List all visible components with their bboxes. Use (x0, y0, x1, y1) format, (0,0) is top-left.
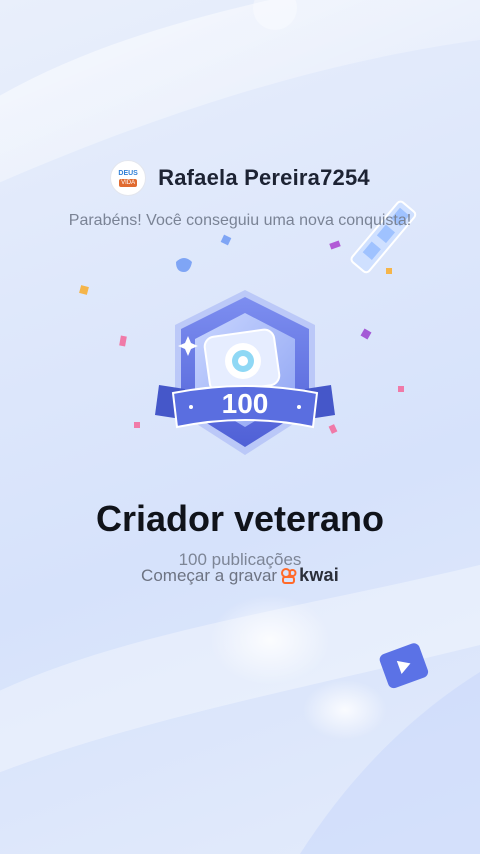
kwai-icon (281, 567, 297, 584)
avatar-text-top: DEUS (118, 169, 138, 177)
badge-number: 100 (222, 388, 269, 419)
start-recording-button[interactable]: Começar a gravar kwai (0, 565, 480, 586)
start-recording-label: Começar a gravar (141, 565, 278, 585)
user-row: DEUS VIDA Rafaela Pereira7254 (0, 160, 480, 196)
achievement-badge: 100 (155, 290, 335, 455)
achievement-title: Criador veterano (95, 498, 385, 539)
username: Rafaela Pereira7254 (158, 165, 370, 190)
profile-header: DEUS VIDA Rafaela Pereira7254 Parabéns! … (0, 160, 480, 230)
congrats-message: Parabéns! Você conseguiu uma nova conqui… (68, 212, 412, 229)
avatar-text-bottom: VIDA (119, 178, 138, 187)
kwai-logo: kwai (281, 565, 339, 586)
avatar: DEUS VIDA (110, 160, 147, 196)
kwai-brand-text: kwai (299, 565, 339, 585)
